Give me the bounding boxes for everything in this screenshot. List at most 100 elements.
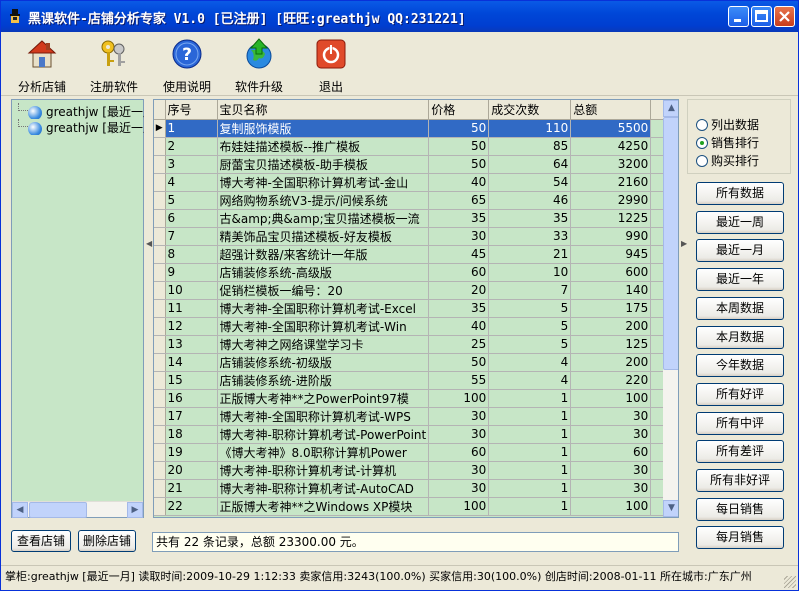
row-indicator[interactable] <box>154 209 166 228</box>
row-indicator[interactable] <box>154 497 166 516</box>
cell-price[interactable]: 30 <box>428 425 490 444</box>
row-indicator[interactable] <box>154 443 166 462</box>
table-row[interactable]: 20 博大考神-职称计算机考试-计算机 30 1 30 <box>154 461 674 480</box>
cell-deals[interactable]: 1 <box>488 407 572 426</box>
table-row[interactable]: 17 博大考神-全国职称计算机考试-WPS 30 1 30 <box>154 407 674 426</box>
cell-price[interactable]: 50 <box>428 137 490 156</box>
cell-name[interactable]: 精美饰品宝贝描述模板-好友模板 <box>217 227 430 246</box>
table-row[interactable]: 12 博大考神-全国职称计算机考试-Win 40 5 200 <box>154 317 674 336</box>
cell-price[interactable]: 35 <box>428 299 490 318</box>
cell-total[interactable]: 30 <box>570 461 652 480</box>
cell-price[interactable]: 40 <box>428 173 490 192</box>
filter-button[interactable]: 每日销售 <box>696 498 784 521</box>
cell-deals[interactable]: 5 <box>488 335 572 354</box>
cell-total[interactable]: 140 <box>570 281 652 300</box>
table-row[interactable]: 22 正版博大考神**之Windows XP模块 100 1 100 <box>154 497 674 516</box>
filter-button[interactable]: 每月销售 <box>696 526 784 549</box>
cell-total[interactable]: 990 <box>570 227 652 246</box>
cell-deals[interactable]: 1 <box>488 479 572 498</box>
column-header-index[interactable]: 序号 <box>165 100 218 120</box>
cell-index[interactable]: 6 <box>165 209 218 228</box>
cell-total[interactable]: 100 <box>570 389 652 408</box>
filter-button[interactable]: 所有非好评 <box>696 469 784 492</box>
table-row[interactable]: 4 博大考神-全国职称计算机考试-金山 40 54 2160 <box>154 173 674 192</box>
left-splitter-grip-icon[interactable]: ◀ <box>146 239 152 248</box>
cell-name[interactable]: 博大考神-全国职称计算机考试-金山 <box>217 173 430 192</box>
cell-price[interactable]: 50 <box>428 119 490 138</box>
view-shop-button[interactable]: 查看店铺 <box>11 530 71 552</box>
radio-list-data[interactable]: 列出数据 <box>696 116 759 132</box>
cell-name[interactable]: 超强计数器/来客统计一年版 <box>217 245 430 264</box>
filter-button[interactable]: 最近一周 <box>696 211 784 234</box>
table-row[interactable]: 10 促销栏模板一编号：20 20 7 140 <box>154 281 674 300</box>
tree-item[interactable]: greathjw [最近一月] <box>18 119 144 135</box>
cell-total[interactable]: 30 <box>570 425 652 444</box>
row-indicator[interactable] <box>154 461 166 480</box>
cell-total[interactable]: 2990 <box>570 191 652 210</box>
cell-price[interactable]: 35 <box>428 209 490 228</box>
cell-total[interactable]: 1225 <box>570 209 652 228</box>
cell-price[interactable]: 45 <box>428 245 490 264</box>
filter-button[interactable]: 本月数据 <box>696 326 784 349</box>
cell-deals[interactable]: 64 <box>488 155 572 174</box>
cell-deals[interactable]: 4 <box>488 353 572 372</box>
cell-total[interactable]: 600 <box>570 263 652 282</box>
sales-grid[interactable]: 序号 宝贝名称 价格 成交次数 总额 ▶ 1 复制服饰模版 50 110 5500 2 布娃娃… <box>153 99 679 518</box>
row-indicator[interactable] <box>154 227 166 246</box>
row-indicator[interactable] <box>154 155 166 174</box>
cell-total[interactable]: 30 <box>570 407 652 426</box>
cell-index[interactable]: 8 <box>165 245 218 264</box>
resize-grip-icon[interactable] <box>784 576 796 588</box>
cell-total[interactable]: 3200 <box>570 155 652 174</box>
cell-index[interactable]: 20 <box>165 461 218 480</box>
row-indicator[interactable] <box>154 317 166 336</box>
cell-total[interactable]: 175 <box>570 299 652 318</box>
cell-index[interactable]: 22 <box>165 497 218 516</box>
cell-deals[interactable]: 46 <box>488 191 572 210</box>
table-row[interactable]: 11 博大考神-全国职称计算机考试-Excel 35 5 175 <box>154 299 674 318</box>
cell-deals[interactable]: 1 <box>488 461 572 480</box>
filter-button[interactable]: 所有中评 <box>696 412 784 435</box>
radio-sales-rank[interactable]: 销售排行 <box>696 134 759 150</box>
cell-deals[interactable]: 85 <box>488 137 572 156</box>
cell-name[interactable]: 店铺装修系统-高级版 <box>217 263 430 282</box>
row-indicator[interactable] <box>154 245 166 264</box>
cell-deals[interactable]: 1 <box>488 443 572 462</box>
cell-price[interactable]: 25 <box>428 335 490 354</box>
row-indicator[interactable] <box>154 137 166 156</box>
cell-total[interactable]: 5500 <box>570 119 652 138</box>
cell-name[interactable]: 古&amp;典&amp;宝贝描述模板一流 <box>217 209 430 228</box>
cell-name[interactable]: 正版博大考神**之PowerPoint97模 <box>217 389 430 408</box>
right-splitter-grip-icon[interactable]: ▶ <box>681 239 687 248</box>
filter-button[interactable]: 所有好评 <box>696 383 784 406</box>
minimize-button[interactable] <box>728 6 749 27</box>
cell-deals[interactable]: 110 <box>488 119 572 138</box>
cell-total[interactable]: 4250 <box>570 137 652 156</box>
cell-name[interactable]: 博大考神-职称计算机考试-AutoCAD <box>217 479 430 498</box>
cell-price[interactable]: 50 <box>428 155 490 174</box>
row-indicator[interactable] <box>154 299 166 318</box>
cell-price[interactable]: 65 <box>428 191 490 210</box>
cell-total[interactable]: 200 <box>570 353 652 372</box>
cell-deals[interactable]: 10 <box>488 263 572 282</box>
filter-button[interactable]: 所有差评 <box>696 440 784 463</box>
shop-tree[interactable]: greathjw [最近一周] greathjw [最近一月] <box>11 99 144 518</box>
cell-deals[interactable]: 4 <box>488 371 572 390</box>
filter-button[interactable]: 所有数据 <box>696 182 784 205</box>
cell-name[interactable]: 博大考神之网络课堂学习卡 <box>217 335 430 354</box>
cell-name[interactable]: 博大考神-全国职称计算机考试-Win <box>217 317 430 336</box>
cell-index[interactable]: 17 <box>165 407 218 426</box>
cell-index[interactable]: 15 <box>165 371 218 390</box>
cell-total[interactable]: 200 <box>570 317 652 336</box>
cell-index[interactable]: 18 <box>165 425 218 444</box>
cell-price[interactable]: 30 <box>428 227 490 246</box>
row-indicator[interactable] <box>154 389 166 408</box>
scroll-thumb[interactable] <box>663 117 678 370</box>
filter-button[interactable]: 本周数据 <box>696 297 784 320</box>
scroll-up-icon[interactable]: ▲ <box>663 100 678 117</box>
cell-index[interactable]: 4 <box>165 173 218 192</box>
cell-name[interactable]: 店铺装修系统-初级版 <box>217 353 430 372</box>
cell-total[interactable]: 2160 <box>570 173 652 192</box>
cell-name[interactable]: 复制服饰模版 <box>217 119 430 138</box>
cell-deals[interactable]: 1 <box>488 389 572 408</box>
